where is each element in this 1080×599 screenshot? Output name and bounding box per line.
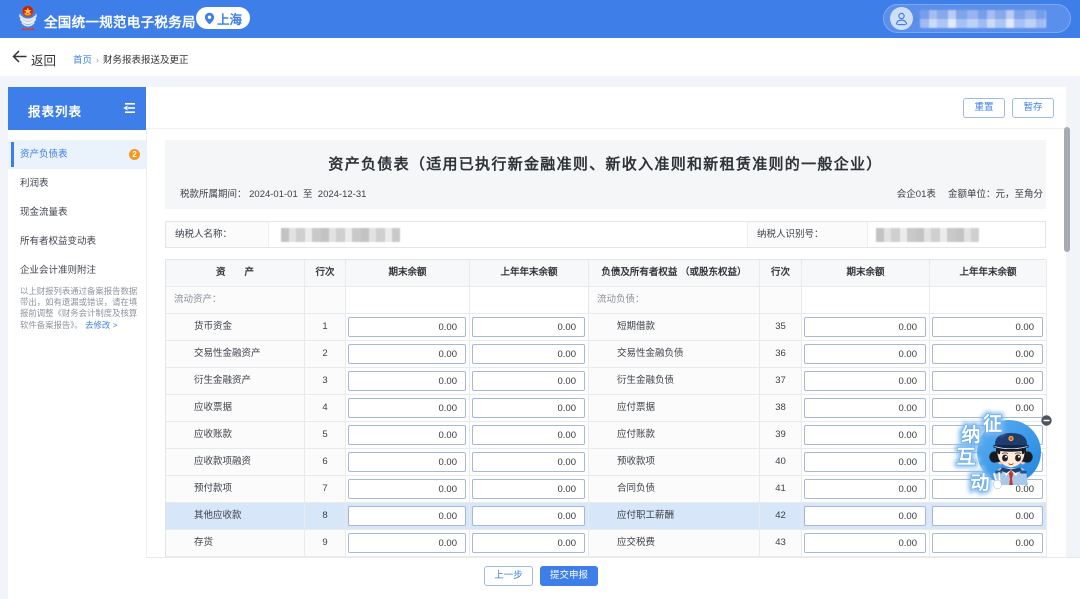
svg-text:征: 征 (983, 412, 1002, 435)
svg-text:互: 互 (956, 447, 975, 468)
svg-text:动: 动 (970, 472, 989, 494)
svg-text:纳: 纳 (961, 423, 980, 446)
